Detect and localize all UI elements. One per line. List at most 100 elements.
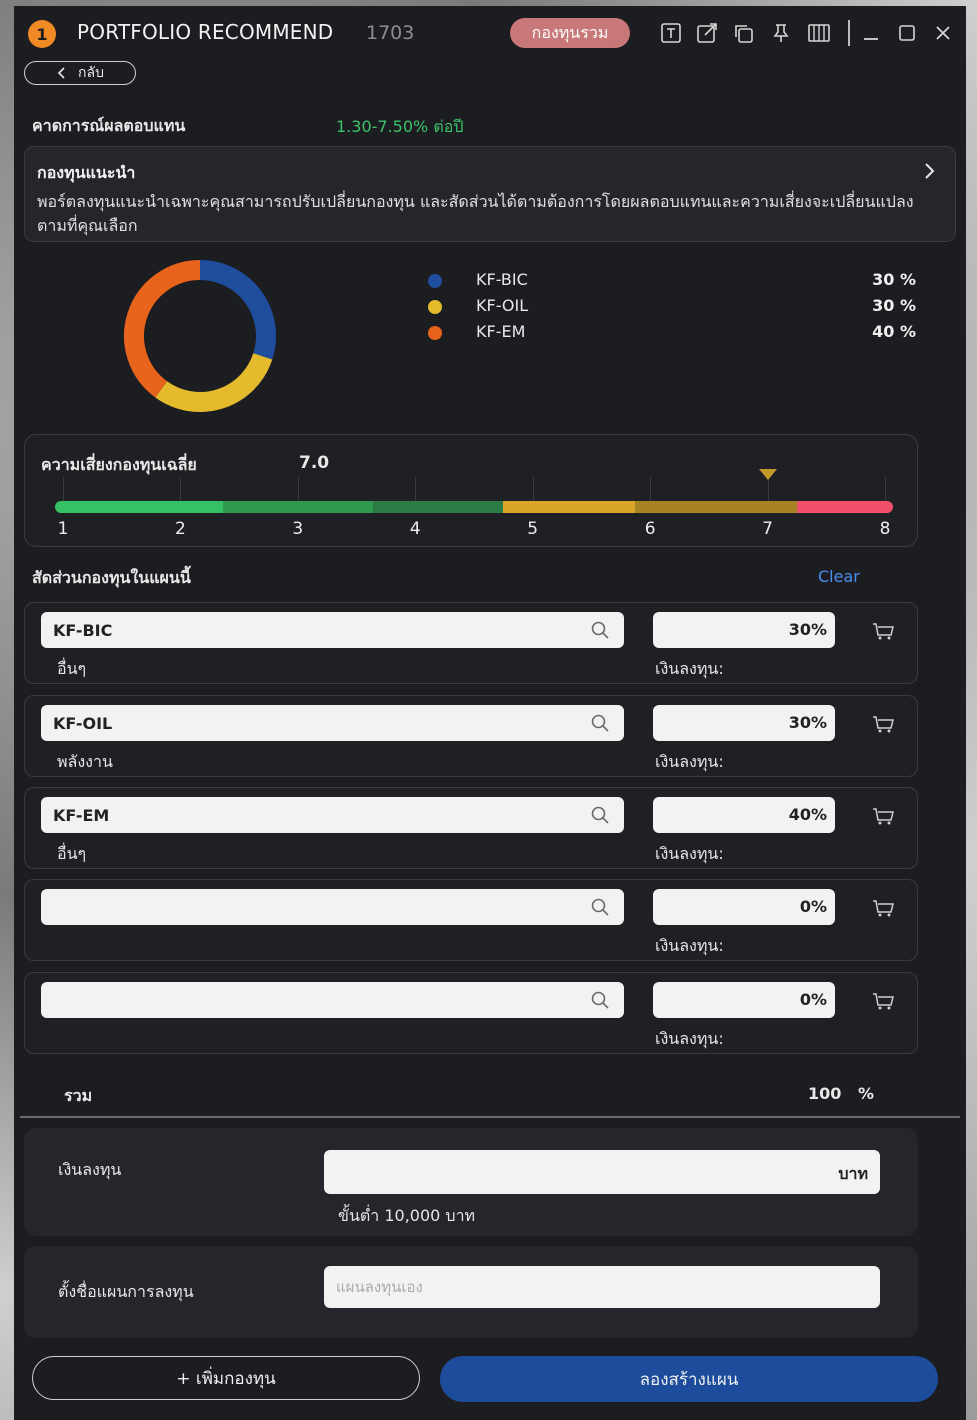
recommendation-card[interactable]: กองทุนแนะนำ พอร์ตลงทุนแนะนำเฉพาะคุณสามาร…	[24, 146, 956, 242]
cart-icon[interactable]	[871, 806, 895, 826]
risk-level-marker	[758, 469, 777, 480]
total-unit: %	[858, 1084, 875, 1103]
fund-search-input[interactable]: KF-BIC	[41, 612, 624, 648]
total-label: รวม	[64, 1086, 93, 1105]
text-icon[interactable]	[658, 20, 684, 46]
search-icon[interactable]	[590, 805, 610, 825]
fund-investment-label: เงินลงทุน:	[655, 844, 724, 863]
fund-row: KF-OIL พลังงาน 30% เงินลงทุน:	[24, 695, 918, 777]
minimize-icon[interactable]	[858, 20, 884, 46]
investment-amount-input[interactable]: บาท	[324, 1150, 880, 1194]
risk-scale-number: 6	[644, 519, 656, 539]
risk-tick	[650, 477, 652, 503]
fund-percent-input[interactable]: 0%	[653, 982, 835, 1018]
recommendation-description: พอร์ตลงทุนแนะนำเฉพาะคุณสามารถปรับเปลี่ยน…	[37, 192, 914, 235]
search-icon[interactable]	[590, 897, 610, 917]
clear-button[interactable]: Clear	[818, 567, 860, 586]
fund-investment-label: เงินลงทุน:	[655, 752, 724, 771]
search-icon[interactable]	[590, 713, 610, 733]
fund-type-pill[interactable]: กองทุนรวม	[510, 18, 630, 48]
fund-search-input[interactable]	[41, 889, 624, 925]
book-icon[interactable]	[806, 20, 832, 46]
search-icon[interactable]	[590, 990, 610, 1010]
fund-search-input[interactable]	[41, 982, 624, 1018]
maximize-icon[interactable]	[894, 20, 920, 46]
donut-slice-kf-bic	[199, 260, 276, 360]
expected-return-value: 1.30-7.50% ต่อปี	[336, 117, 464, 136]
close-icon[interactable]	[930, 20, 956, 46]
plan-name-label: ตั้งชื่อแผนการลงทุน	[58, 1282, 194, 1301]
fund-investment-label: เงินลงทุน:	[655, 1029, 724, 1048]
cart-icon[interactable]	[871, 991, 895, 1011]
risk-value: 7.0	[299, 453, 330, 473]
risk-tick	[297, 477, 299, 503]
chart-legend: KF-BIC 30 % KF-OIL 30 % KF-EM 40 %	[426, 268, 916, 346]
plan-name-input[interactable]	[324, 1266, 880, 1308]
legend-dot	[428, 326, 442, 340]
risk-scale-bar	[55, 501, 893, 513]
add-fund-button[interactable]: + เพิ่มกองทุน	[32, 1356, 420, 1400]
legend-name: KF-OIL	[476, 296, 529, 315]
copy-icon[interactable]	[730, 20, 756, 46]
fund-percent-input[interactable]: 40%	[653, 797, 835, 833]
legend-dot	[428, 300, 442, 314]
fund-percent-input[interactable]: 0%	[653, 889, 835, 925]
fund-name: KF-EM	[53, 806, 110, 825]
fund-row: KF-EM อื่นๆ 40% เงินลงทุน:	[24, 787, 918, 869]
investment-minimum: ขั้นต่ำ 10,000 บาท	[338, 1206, 476, 1225]
fund-category: อื่นๆ	[57, 844, 87, 863]
window-code: 1703	[366, 22, 415, 44]
risk-tick	[885, 477, 886, 503]
window-number-badge: 1	[28, 20, 56, 48]
portfolio-window: 1 PORTFOLIO RECOMMEND 1703 กองทุนรวม กลั…	[14, 6, 966, 1420]
risk-tick	[767, 477, 769, 503]
risk-card: ความเสี่ยงกองทุนเฉลี่ย 7.0 1 2 3 4 5 6 7 8	[24, 434, 918, 547]
legend-item: KF-OIL 30 %	[426, 294, 916, 320]
back-label: กลับ	[78, 65, 104, 81]
external-link-icon[interactable]	[694, 20, 720, 46]
fund-search-input[interactable]: KF-EM	[41, 797, 624, 833]
cart-icon[interactable]	[871, 898, 895, 918]
risk-scale-number: 8	[879, 519, 891, 539]
title-bar: 1 PORTFOLIO RECOMMEND 1703 กองทุนรวม	[14, 6, 966, 60]
investment-amount-card: เงินลงทุน บาท ขั้นต่ำ 10,000 บาท	[24, 1128, 918, 1236]
create-plan-button[interactable]: ลองสร้างแผน	[440, 1356, 938, 1402]
divider	[20, 1116, 960, 1118]
risk-tick	[415, 477, 417, 503]
total-value: 100	[808, 1084, 842, 1103]
chevron-left-icon	[57, 67, 65, 79]
legend-item: KF-EM 40 %	[426, 320, 916, 346]
chevron-right-icon[interactable]	[923, 161, 937, 187]
legend-percent: 30 %	[872, 296, 916, 315]
pin-icon[interactable]	[768, 20, 794, 46]
investment-amount-label: เงินลงทุน	[58, 1160, 122, 1179]
search-icon[interactable]	[590, 620, 610, 640]
risk-tick	[532, 477, 534, 503]
risk-scale-number: 7	[762, 519, 773, 539]
risk-scale-number: 1	[57, 519, 69, 539]
fund-percent-input[interactable]: 30%	[653, 705, 835, 741]
fund-investment-label: เงินลงทุน:	[655, 659, 724, 678]
risk-scale-number: 3	[292, 519, 304, 539]
fund-name: KF-BIC	[53, 621, 113, 640]
fund-row: 0% เงินลงทุน:	[24, 972, 918, 1054]
fund-category: พลังงาน	[57, 752, 113, 771]
legend-item: KF-BIC 30 %	[426, 268, 916, 294]
fund-row: 0% เงินลงทุน:	[24, 879, 918, 961]
back-button[interactable]: กลับ	[24, 61, 136, 85]
risk-tick	[180, 477, 182, 503]
legend-percent: 40 %	[872, 322, 916, 341]
window-title: PORTFOLIO RECOMMEND	[77, 20, 334, 44]
cart-icon[interactable]	[871, 714, 895, 734]
plan-name-card: ตั้งชื่อแผนการลงทุน	[24, 1246, 918, 1338]
cart-icon[interactable]	[871, 621, 895, 641]
fund-investment-label: เงินลงทุน:	[655, 936, 724, 955]
recommendation-title: กองทุนแนะนำ	[37, 163, 136, 182]
donut-slice-kf-em	[124, 260, 201, 398]
fund-percent-input[interactable]: 30%	[653, 612, 835, 648]
risk-label: ความเสี่ยงกองทุนเฉลี่ย	[41, 455, 197, 474]
risk-tick	[63, 477, 64, 503]
risk-scale-number: 4	[409, 519, 421, 539]
toolbar-separator	[848, 20, 850, 46]
fund-search-input[interactable]: KF-OIL	[41, 705, 624, 741]
